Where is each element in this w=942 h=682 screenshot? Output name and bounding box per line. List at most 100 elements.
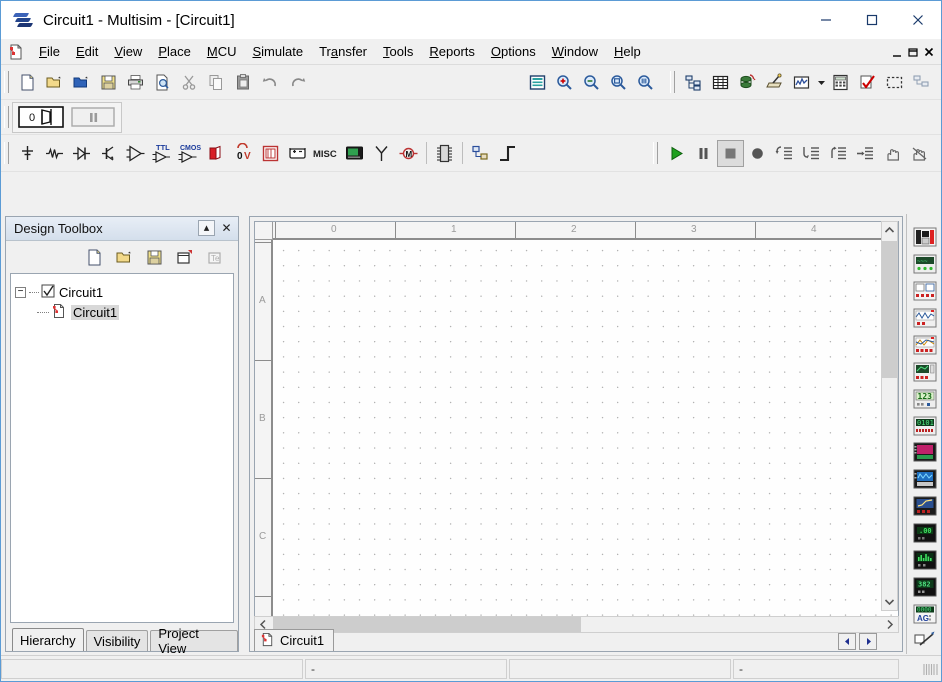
- run-to-cursor-button[interactable]: [852, 140, 879, 167]
- step-out-button[interactable]: [825, 140, 852, 167]
- undo-button[interactable]: [257, 69, 284, 96]
- toolbar-grip[interactable]: [4, 71, 9, 93]
- menu-place[interactable]: Place: [150, 41, 199, 62]
- step-over-button[interactable]: [798, 140, 825, 167]
- canvas-horizontal-scrollbar[interactable]: [254, 616, 899, 633]
- run-button[interactable]: [663, 140, 690, 167]
- mdi-minimize-button[interactable]: [889, 42, 905, 59]
- checkbox-checked-icon[interactable]: [41, 284, 55, 301]
- menu-options[interactable]: Options: [483, 41, 544, 62]
- zoom-out-button[interactable]: [578, 69, 605, 96]
- bode-plotter-button[interactable]: [910, 359, 940, 385]
- rename-sheet-button[interactable]: Te: [201, 244, 228, 271]
- zoom-area-button[interactable]: [605, 69, 632, 96]
- menu-edit[interactable]: Edit: [68, 41, 106, 62]
- tree-expander[interactable]: −: [15, 287, 26, 298]
- open-samples-button[interactable]: [68, 69, 95, 96]
- measurement-probe-button[interactable]: [910, 628, 940, 654]
- place-indicator-button[interactable]: [257, 140, 284, 167]
- open-design-button[interactable]: [111, 244, 138, 271]
- next-sheet-button[interactable]: [859, 633, 877, 650]
- scroll-right-button[interactable]: [881, 617, 898, 632]
- vertical-scroll-thumb[interactable]: [882, 241, 897, 378]
- schematic-canvas[interactable]: 0 1 2 3 4 A B C D: [254, 221, 899, 627]
- zoom-in-button[interactable]: [551, 69, 578, 96]
- word-generator-button[interactable]: 0101: [910, 413, 940, 439]
- back-annotate-button[interactable]: [908, 69, 935, 96]
- new-design-button[interactable]: [81, 244, 108, 271]
- network-analyzer-button[interactable]: 382: [910, 574, 940, 600]
- step-into-button[interactable]: [771, 140, 798, 167]
- sheet-tab-circuit1[interactable]: Circuit1: [254, 629, 334, 651]
- save-button[interactable]: [95, 69, 122, 96]
- copy-button[interactable]: [203, 69, 230, 96]
- redo-button[interactable]: [284, 69, 311, 96]
- place-ttl-button[interactable]: TTL: [149, 140, 176, 167]
- place-power-button[interactable]: [284, 140, 311, 167]
- area-capture-button[interactable]: [881, 69, 908, 96]
- pause-at-next-instruction-button[interactable]: [879, 140, 906, 167]
- minimize-button[interactable]: [803, 1, 849, 39]
- print-preview-button[interactable]: [149, 69, 176, 96]
- previous-sheet-button[interactable]: [838, 633, 856, 650]
- pause-resume-switch-button[interactable]: [67, 104, 119, 131]
- run-stop-switch-button[interactable]: 0: [15, 104, 67, 131]
- stop-button[interactable]: [717, 140, 744, 167]
- graphs-analyses-button[interactable]: [788, 69, 815, 96]
- place-misc-button[interactable]: MISC: [311, 140, 341, 167]
- scroll-up-button[interactable]: [882, 222, 897, 239]
- place-transistor-button[interactable]: [95, 140, 122, 167]
- menu-transfer[interactable]: Transfer: [311, 41, 375, 62]
- tab-project-view[interactable]: Project View: [150, 630, 238, 651]
- place-advanced-peripherals-button[interactable]: [341, 140, 368, 167]
- place-hierarchical-block-button[interactable]: [467, 140, 494, 167]
- new-button[interactable]: [14, 69, 41, 96]
- spreadsheet-view-button[interactable]: [707, 69, 734, 96]
- menu-file[interactable]: File: [31, 41, 68, 62]
- design-tree[interactable]: − Circuit1 Circuit1: [10, 273, 234, 623]
- database-manager-button[interactable]: [734, 69, 761, 96]
- paste-button[interactable]: [230, 69, 257, 96]
- postprocessor-button[interactable]: [827, 69, 854, 96]
- place-diode-button[interactable]: [68, 140, 95, 167]
- menu-simulate[interactable]: Simulate: [244, 41, 311, 62]
- multimeter-button[interactable]: [910, 224, 940, 250]
- scroll-down-button[interactable]: [882, 593, 897, 610]
- simulation-toolbar-grip[interactable]: [653, 142, 658, 164]
- record-button[interactable]: [744, 140, 771, 167]
- place-source-button[interactable]: [14, 140, 41, 167]
- canvas-vertical-scrollbar[interactable]: [881, 221, 898, 611]
- sim-switch-grip[interactable]: [4, 106, 9, 128]
- tree-node-root[interactable]: − Circuit1: [15, 282, 229, 302]
- place-basic-button[interactable]: [41, 140, 68, 167]
- toggle-breakpoint-button[interactable]: [906, 140, 933, 167]
- design-toolbox-close-button[interactable]: ✕: [218, 220, 235, 236]
- place-mixed-button[interactable]: 0V: [230, 140, 257, 167]
- frequency-counter-button[interactable]: 123: [910, 386, 940, 412]
- place-analog-button[interactable]: [122, 140, 149, 167]
- spectrum-analyzer-button[interactable]: [910, 547, 940, 573]
- design-toolbox-collapse-button[interactable]: ▴: [198, 220, 215, 236]
- distortion-analyzer-button[interactable]: .00: [910, 520, 940, 546]
- place-cmos-button[interactable]: CMOS: [176, 140, 203, 167]
- new-sheet-button[interactable]: [171, 244, 198, 271]
- place-mcu-button[interactable]: [431, 140, 458, 167]
- wattmeter-button[interactable]: [910, 278, 940, 304]
- function-generator-button[interactable]: ~~~: [910, 251, 940, 277]
- menu-help[interactable]: Help: [606, 41, 649, 62]
- electrical-rules-check-button[interactable]: [854, 69, 881, 96]
- mdi-close-button[interactable]: [921, 42, 937, 59]
- agilent-function-generator-button[interactable]: 0000AG: [910, 601, 940, 627]
- tree-node-sheet[interactable]: Circuit1: [15, 302, 229, 322]
- main-toolbar-grip[interactable]: [670, 71, 675, 93]
- mdi-restore-button[interactable]: [905, 42, 921, 59]
- design-toolbox-button[interactable]: [680, 69, 707, 96]
- four-channel-oscilloscope-button[interactable]: [910, 332, 940, 358]
- place-electro-mechanical-button[interactable]: M: [395, 140, 422, 167]
- pause-button[interactable]: [690, 140, 717, 167]
- resize-grip-icon[interactable]: [922, 661, 938, 677]
- schematic-grid[interactable]: [273, 240, 898, 626]
- open-button[interactable]: [41, 69, 68, 96]
- tab-hierarchy[interactable]: Hierarchy: [12, 628, 84, 651]
- components-grip[interactable]: [4, 142, 9, 164]
